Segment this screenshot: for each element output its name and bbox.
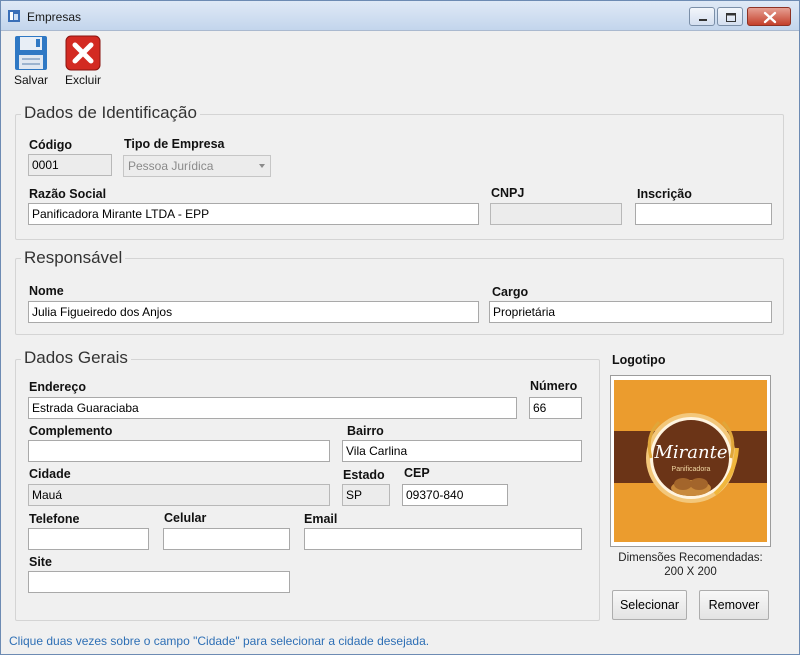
cargo-field[interactable]: Proprietária (489, 301, 772, 323)
cidade-field[interactable]: Mauá (28, 484, 330, 506)
empresas-window: Empresas Salvar Excluir Dados de Identif… (0, 0, 800, 655)
endereco-label: Endereço (29, 380, 86, 394)
select-logo-button[interactable]: Selecionar (612, 590, 687, 620)
save-button[interactable]: Salvar (9, 34, 53, 89)
chevron-down-icon (259, 164, 265, 168)
codigo-field[interactable]: 0001 (28, 154, 112, 176)
minimize-button[interactable] (689, 7, 715, 26)
delete-label: Excluir (64, 73, 101, 87)
logo-picture-box[interactable]: Mirante Panificadora (610, 375, 771, 547)
dims-line2: 200 X 200 (664, 566, 717, 578)
close-button[interactable] (747, 7, 791, 26)
dims-line1: Dimensões Recomendadas: (618, 552, 763, 564)
telefone-label: Telefone (29, 512, 80, 526)
cargo-label: Cargo (492, 285, 529, 299)
delete-button[interactable]: Excluir (61, 34, 105, 89)
estado-field[interactable]: SP (342, 484, 390, 506)
site-field[interactable] (28, 571, 290, 593)
tipo-empresa-value: Pessoa Jurídica (128, 159, 214, 173)
tipo-empresa-select[interactable]: Pessoa Jurídica (123, 155, 271, 177)
endereco-field[interactable]: Estrada Guaraciaba (28, 397, 517, 419)
razao-social-label: Razão Social (29, 187, 107, 201)
close-icon (763, 11, 777, 24)
status-hint: Clique duas vezes sobre o campo "Cidade"… (9, 634, 430, 648)
numero-label: Número (530, 379, 578, 393)
cep-field[interactable]: 09370-840 (402, 484, 508, 506)
toolbar: Salvar Excluir (2, 31, 799, 89)
maximize-button[interactable] (717, 7, 743, 26)
dados-gerais-title: Dados Gerais (21, 348, 131, 368)
cidade-label: Cidade (29, 467, 71, 481)
cnpj-field[interactable] (490, 203, 622, 225)
email-field[interactable] (304, 528, 582, 550)
save-label: Salvar (13, 73, 48, 87)
bairro-field[interactable]: Vila Carlina (342, 440, 582, 462)
title-bar[interactable]: Empresas (1, 1, 799, 31)
celular-field[interactable] (163, 528, 290, 550)
app-icon (8, 10, 20, 22)
bairro-label: Bairro (347, 424, 384, 438)
identificacao-title: Dados de Identificação (21, 103, 200, 123)
celular-label: Celular (164, 511, 207, 525)
razao-social-field[interactable]: Panificadora Mirante LTDA - EPP (28, 203, 479, 225)
nome-field[interactable]: Julia Figueiredo dos Anjos (28, 301, 479, 323)
minimize-icon (699, 19, 707, 21)
logo-sub-text: Panificadora (672, 466, 711, 473)
responsavel-title: Responsável (21, 248, 126, 268)
window-title: Empresas (27, 10, 82, 24)
logo-brand-text: Mirante (653, 442, 727, 463)
numero-field[interactable]: 66 (529, 397, 582, 419)
logotipo-label: Logotipo (612, 353, 666, 367)
complemento-field[interactable] (28, 440, 330, 462)
remove-logo-button[interactable]: Remover (699, 590, 769, 620)
site-label: Site (29, 555, 52, 569)
floppy-disk-icon (15, 36, 47, 70)
responsavel-group (15, 258, 784, 335)
estado-label: Estado (343, 468, 385, 482)
maximize-icon (726, 13, 736, 22)
inscricao-field[interactable] (635, 203, 772, 225)
mirante-logo-image: Mirante Panificadora (614, 380, 767, 542)
complemento-label: Complemento (29, 424, 113, 438)
delete-x-icon (65, 35, 101, 71)
tipo-empresa-label: Tipo de Empresa (124, 137, 225, 151)
cep-label: CEP (404, 466, 430, 480)
nome-label: Nome (29, 284, 64, 298)
cnpj-label: CNPJ (491, 186, 525, 200)
codigo-label: Código (29, 138, 73, 152)
telefone-field[interactable] (28, 528, 149, 550)
email-label: Email (304, 512, 338, 526)
inscricao-label: Inscrição (637, 187, 692, 201)
